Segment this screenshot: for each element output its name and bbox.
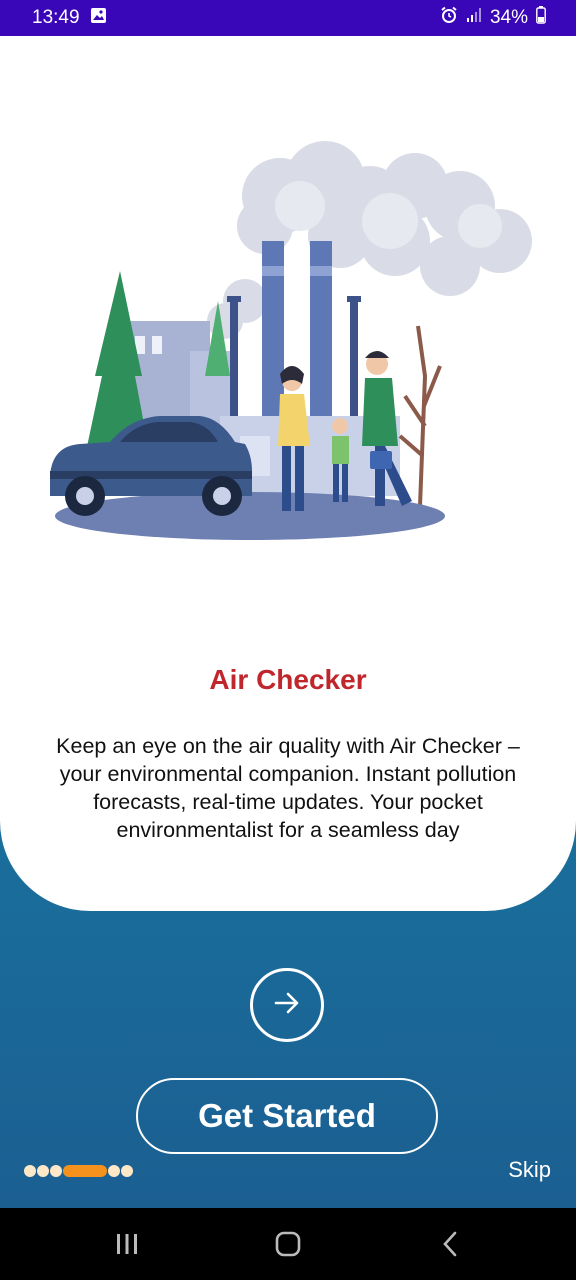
alarm-icon	[440, 6, 458, 30]
skip-button[interactable]: Skip	[508, 1157, 551, 1183]
next-button[interactable]	[250, 968, 324, 1042]
status-bar: 13:49 34%	[0, 0, 576, 36]
page-dot	[50, 1165, 62, 1177]
status-time: 13:49	[32, 7, 80, 28]
page-dot	[121, 1165, 133, 1177]
signal-icon	[466, 7, 482, 29]
battery-percent: 34%	[489, 7, 528, 28]
city-pollution-family-illustration	[40, 126, 540, 586]
navigation-bar	[0, 1208, 576, 1280]
onboarding-card: Air Checker Keep an eye on the air quali…	[0, 36, 576, 911]
status-left: 13:49	[32, 7, 107, 30]
page-dot	[24, 1165, 36, 1177]
back-icon[interactable]	[436, 1228, 464, 1265]
recent-apps-icon[interactable]	[114, 1228, 140, 1265]
page-dot	[37, 1165, 49, 1177]
page-dot	[108, 1165, 120, 1177]
battery-icon	[536, 6, 546, 30]
page-dot-active	[63, 1165, 107, 1177]
status-right: 34%	[440, 6, 546, 30]
app-title: Air Checker	[209, 664, 367, 695]
arrow-right-icon	[270, 986, 304, 1025]
home-icon[interactable]	[272, 1228, 304, 1265]
page-indicator	[24, 1164, 133, 1178]
onboarding-description: Keep an eye on the air quality with Air …	[56, 734, 520, 842]
image-icon	[90, 7, 107, 30]
get-started-button[interactable]: Get Started	[136, 1078, 438, 1154]
